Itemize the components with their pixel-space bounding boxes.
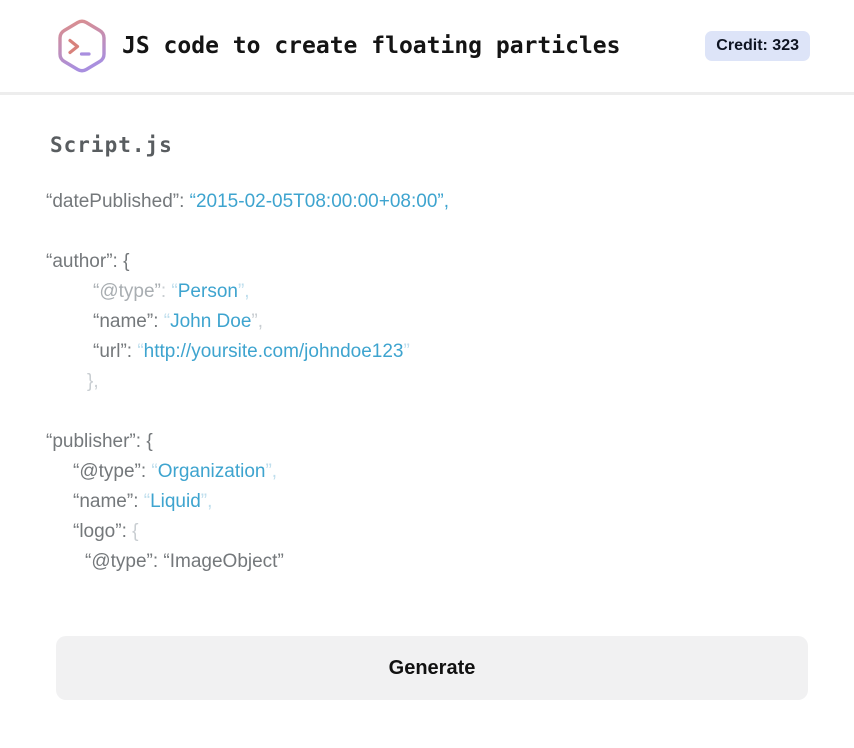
page-title: JS code to create floating particles <box>122 33 621 59</box>
code-line: “publisher”: { <box>46 431 153 452</box>
generate-button[interactable]: Generate <box>56 636 808 700</box>
code-line: “@type”: “Person”, <box>93 281 250 302</box>
code-block: “datePublished”: “2015-02-05T08:00:00+08… <box>46 187 808 577</box>
app-window: JS code to create floating particles Cre… <box>0 0 854 748</box>
code-line: }, <box>87 371 99 392</box>
code-line: “@type”: “ImageObject” <box>85 551 284 572</box>
code-line: “name”: “Liquid”, <box>73 491 213 512</box>
code-line: “datePublished”: “2015-02-05T08:00:00+08… <box>46 191 449 212</box>
code-line: “@type”: “Organization”, <box>73 461 278 482</box>
code-line: “name”: “John Doe”, <box>93 311 264 332</box>
code-line: “author”: { <box>46 251 130 272</box>
credit-badge: Credit: 323 <box>705 31 810 61</box>
code-line: “logo”: { <box>73 521 139 542</box>
code-line: “url”: “http://yoursite.com/johndoe123” <box>93 341 410 362</box>
main-content: Script.js “datePublished”: “2015-02-05T0… <box>0 95 854 700</box>
header: JS code to create floating particles Cre… <box>0 0 854 95</box>
terminal-logo-icon <box>56 18 108 74</box>
script-filename-heading: Script.js <box>50 133 173 157</box>
